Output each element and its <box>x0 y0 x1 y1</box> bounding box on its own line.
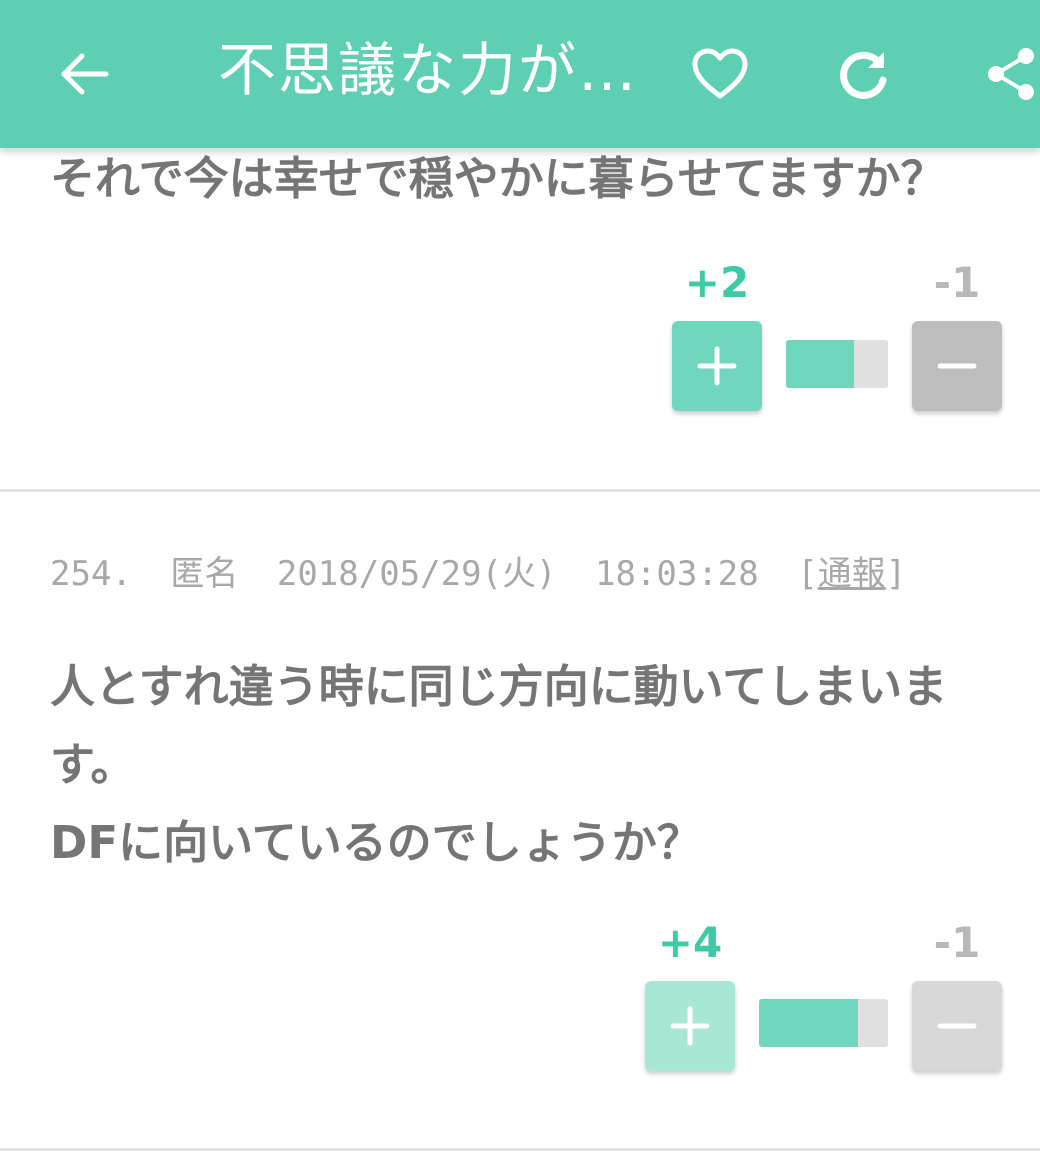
comment-line: DFに向いているのでしょうか？ <box>50 816 702 869</box>
minus-vote-button[interactable] <box>912 321 1002 411</box>
minus-icon <box>937 363 977 369</box>
divider <box>0 1148 1040 1151</box>
comment-number: 254. <box>50 554 132 594</box>
vote-ratio-fill <box>786 340 855 388</box>
plus-vote-button[interactable] <box>645 981 735 1071</box>
comment-line: す。 <box>50 738 136 791</box>
comment-author: 匿名 <box>170 554 239 594</box>
comment-time: 18:03:28 <box>594 554 759 594</box>
comment-meta: 254. 匿名 2018/05/29(火) 18:03:28 [通報] <box>50 546 906 595</box>
plus-count: +2 <box>684 258 750 307</box>
comment-line: 人とすれ違う時に同じ方向に動いてしまいま <box>50 660 948 713</box>
comment-date: 2018/05/29(火) <box>276 554 557 594</box>
comment-list: それで今は幸せで穏やかに暮らせてますか？ +2 -1 254. 匿名 2018/… <box>0 148 1040 1153</box>
plus-count: +4 <box>657 918 723 967</box>
page-title: 不思議な力が… <box>218 36 638 104</box>
minus-vote-button[interactable] <box>912 981 1002 1071</box>
reload-button[interactable] <box>814 24 914 124</box>
divider <box>0 489 1040 492</box>
plus-vote-button[interactable] <box>672 321 762 411</box>
share-button[interactable] <box>962 24 1040 124</box>
back-button[interactable] <box>34 24 134 124</box>
vote-ratio-fill <box>759 999 859 1047</box>
report-bracket-open: [ <box>797 554 818 594</box>
report-link[interactable]: [通報] <box>797 554 906 594</box>
comment-line: それで今は幸せで穏やかに暮らせてますか？ <box>50 152 946 205</box>
heart-icon <box>692 48 748 99</box>
minus-count: -1 <box>933 918 981 967</box>
refresh-icon <box>840 51 887 99</box>
report-label: 通報 <box>817 554 886 594</box>
comment-body: 人とすれ違う時に同じ方向に動いてしまいま す。 DFに向いているのでしょうか？ <box>50 648 1010 882</box>
vote-ratio-bar <box>786 340 888 388</box>
plus-icon <box>697 346 737 386</box>
report-bracket-close: ] <box>885 554 907 594</box>
vote-ratio-bar <box>759 999 888 1047</box>
minus-count: -1 <box>933 258 981 307</box>
app-bar: 不思議な力が… <box>0 0 1040 148</box>
arrow-left-icon <box>61 53 109 95</box>
plus-icon <box>670 1006 710 1046</box>
comment-body: それで今は幸せで穏やかに暮らせてますか？ <box>50 148 1010 210</box>
minus-icon <box>937 1023 977 1029</box>
favorite-button[interactable] <box>670 24 770 124</box>
share-icon <box>988 48 1034 100</box>
